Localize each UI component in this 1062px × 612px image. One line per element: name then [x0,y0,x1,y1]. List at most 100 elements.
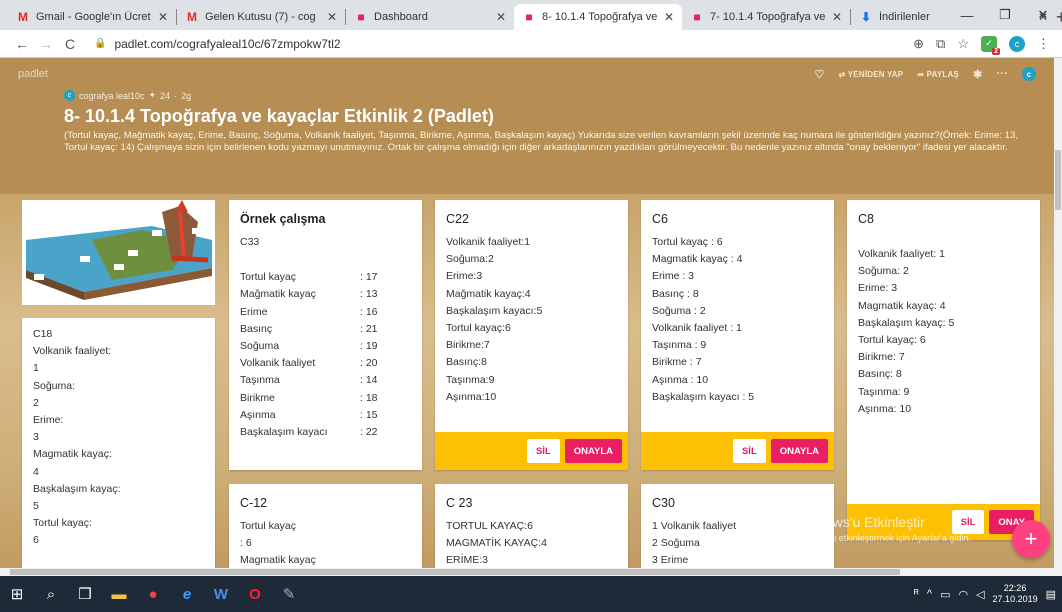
like-icon: ✦ [148,90,157,100]
task-view-icon[interactable]: ❒ [68,576,102,612]
card-line: 1 [33,362,39,375]
example-row: Volkanik faaliyet: 20 [240,355,411,372]
post-card-c6[interactable]: C6 Tortul kayaç : 6 Magmatik kayaç : 4 Eri… [641,200,834,470]
reload-icon[interactable]: C [58,36,82,52]
wifi-icon[interactable]: ◠ [958,588,968,601]
windows-start-icon[interactable]: ⊞ [0,576,34,612]
post-card-c18[interactable]: C18 Volkanik faaliyet: 1 Soğuma: 2 Erime: 3 Mag… [22,318,215,568]
more-icon[interactable]: ··· [996,68,1008,80]
row-key: Erime [240,305,268,318]
card-line: Tortul kayaç:6 [446,322,511,335]
opera-icon[interactable]: O [238,576,272,612]
word-icon[interactable]: W [204,576,238,612]
tray-chevron-icon[interactable]: ^ [927,588,932,600]
notifications-icon[interactable]: ▤ [1046,588,1056,601]
scrollbar-thumb[interactable] [1055,150,1061,210]
file-explorer-icon[interactable]: ▬ [102,576,136,612]
post-card-c8[interactable]: C8 Volkanik faaliyet: 1 Soğuma: 2 Erime: 3… [847,200,1040,540]
clock[interactable]: 22:26 27.10.2019 [993,583,1038,605]
card-line: Soğuma: [33,379,76,392]
diagram-image-card[interactable] [22,200,215,305]
add-icon[interactable]: ⊕ [913,36,924,52]
paint-icon[interactable]: ✎ [272,576,306,612]
page-title: 8- 10.1.4 Topoğrafya ve kayaçlar Etkinli… [64,106,494,126]
row-key: Basınç [240,322,273,335]
scrollbar-thumb[interactable] [10,569,900,575]
post-card-c12[interactable]: C-12 Tortul kayaç: 6 Magmatik kayaç [229,484,422,568]
close-window-button[interactable]: ✕ [1024,0,1062,30]
clock-date: 27.10.2019 [992,594,1038,604]
padlet-toolbar: padlet ♡ ⇄ YENİDEN YAP ➦ PAYLAŞ ✱ ··· c [0,58,1054,90]
gmail-icon: M [187,10,197,24]
tab-3[interactable]: ■ 8- 10.1.4 Topoğrafya ve ✕ [514,4,682,30]
approve-button[interactable]: ONAYLA [564,439,622,463]
example-row: Aşınma: 15 [240,407,411,424]
author-name[interactable]: cografya leal10c [79,91,145,101]
card-line: Başkalaşım kayaç: [33,482,121,495]
padlet-logo[interactable]: padlet [18,68,48,80]
row-value: : 22 [360,426,378,439]
share-button[interactable]: ➦ PAYLAŞ [917,70,959,79]
url-field[interactable]: 🔒 padlet.com/cografyaleal10c/67zmpokw7tl… [94,37,913,51]
user-avatar[interactable]: c [1022,67,1036,81]
delete-button[interactable]: SİL [526,439,560,463]
close-tab-icon[interactable]: ✕ [496,10,506,24]
extension-icon[interactable]: ✓ 2 [981,35,1000,55]
vertical-scrollbar[interactable] [1054,58,1062,568]
post-card-example[interactable]: Örnek çalışma C33 Tortul kayaç: 17 Mağmat… [229,200,422,470]
tab-2[interactable]: ■ Dashboard ✕ [346,4,514,30]
row-value: : 13 [360,288,378,301]
card-line: Aşınma : 10 [652,373,709,386]
card-line: Taşınma:9 [446,373,495,386]
tab-0[interactable]: M Gmail - Google'ın Ücret ✕ [8,4,176,30]
card-line: Başkalaşım kayacı:5 [446,304,543,317]
post-card-c23[interactable]: C 23 TORTUL KAYAÇ:6 MAGMATİK KAYAÇ:4 ERİME… [435,484,628,568]
tab-title: Gelen Kutusu (7) - cog [205,11,316,23]
gear-icon[interactable]: ✱ [973,68,982,81]
chrome-icon[interactable]: ● [136,576,170,612]
remake-button[interactable]: ⇄ YENİDEN YAP [839,70,904,79]
close-tab-icon[interactable]: ✕ [327,10,337,24]
row-value: : 21 [360,322,378,335]
post-card-c22[interactable]: C22 Volkanik faaliyet:1 Soğuma:2 Erime:3 Ma… [435,200,628,470]
back-icon[interactable]: ← [10,36,34,52]
page-description: (Tortul kayaç, Mağmatik kayaç, Erime, Ba… [64,130,1019,153]
card-line: Volkanik faaliyet: [33,345,112,358]
tab-1[interactable]: M Gelen Kutusu (7) - cog ✕ [177,4,345,30]
menu-icon[interactable]: ⋮ [1037,36,1050,52]
maximize-button[interactable]: ❐ [986,0,1024,30]
profile-avatar[interactable]: c [1009,35,1025,52]
close-tab-icon[interactable]: ✕ [158,10,168,24]
row-value: : 17 [360,271,378,284]
close-tab-icon[interactable]: ✕ [664,10,674,24]
volume-icon[interactable]: ◁ [976,588,984,601]
minimize-button[interactable]: — [948,0,986,30]
battery-icon[interactable]: ▭ [940,588,950,601]
card-code: C33 [240,236,260,248]
heart-icon[interactable]: ♡ [815,68,825,81]
card-line: Soğuma:2 [446,253,494,266]
edge-icon[interactable]: e [170,576,204,612]
gmail-icon: M [18,10,28,24]
tab-4[interactable]: ■ 7- 10.1.4 Topoğrafya ve ✕ [682,4,850,30]
row-key: Taşınma [240,374,280,387]
example-row: Basınç : 21 [240,321,411,338]
people-icon[interactable]: ᴿ [914,588,919,600]
card-line: Birikme:7 [446,339,490,352]
forward-icon[interactable]: → [34,36,58,52]
search-icon[interactable]: ⌕ [34,576,68,612]
approve-button[interactable]: ONAYLA [770,439,828,463]
clock-time: 22:26 [1003,583,1027,593]
translate-icon[interactable]: ⧉ [936,36,945,52]
moderation-bar: SİL ONAYLA [641,432,834,470]
horizontal-scrollbar[interactable] [0,568,1062,576]
delete-button[interactable]: SİL [732,439,766,463]
add-post-button[interactable]: + [1012,520,1050,558]
card-line: Birikme : 7 [652,356,702,369]
card-line: Tortul kayaç : 6 [652,236,723,248]
row-value: : 20 [360,357,378,370]
card-line: Soğuma: 2 [858,265,909,278]
close-tab-icon[interactable]: ✕ [832,10,842,24]
bookmark-star-icon[interactable]: ☆ [957,36,969,52]
watermark-subtitle: Windows'u etkinleştirmek için Ayarlar'a … [793,533,971,543]
